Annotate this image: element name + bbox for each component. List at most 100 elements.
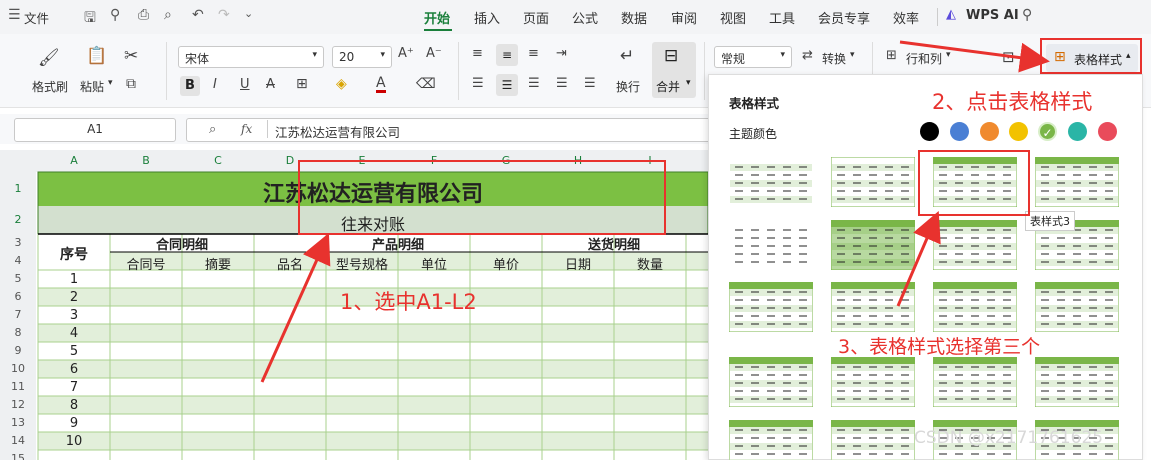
seq-cell[interactable]: 7 bbox=[38, 380, 110, 395]
hamburger-icon[interactable]: ☰ bbox=[8, 7, 21, 23]
undo-icon[interactable]: ↶ bbox=[192, 7, 204, 23]
theme-color-blue[interactable] bbox=[950, 122, 969, 141]
strikethrough-icon[interactable]: A bbox=[266, 77, 275, 92]
seq-cell[interactable]: 10 bbox=[38, 434, 110, 449]
font-name-select[interactable]: 宋体 ▾ bbox=[178, 46, 324, 68]
justify-icon[interactable]: ☰ bbox=[584, 76, 596, 91]
table-style-thumbnail[interactable] bbox=[729, 220, 813, 270]
tab-formula[interactable]: 公式 bbox=[572, 8, 598, 27]
copy-icon[interactable]: ⧉ bbox=[126, 76, 136, 92]
bold-icon[interactable]: B bbox=[180, 76, 200, 96]
row-header-14[interactable]: 14 bbox=[0, 434, 36, 447]
increase-font-icon[interactable]: A⁺ bbox=[398, 46, 414, 61]
paste-button[interactable]: 粘贴 bbox=[80, 78, 104, 95]
cut-icon[interactable]: ✂ bbox=[124, 46, 138, 66]
column-header-b[interactable]: B bbox=[110, 154, 182, 170]
save-icon[interactable]: 🖫 bbox=[84, 7, 96, 31]
formula-input[interactable]: ⌕ fx 江苏松达运营有限公司 bbox=[186, 118, 720, 142]
table-style-thumbnail[interactable] bbox=[933, 220, 1017, 270]
header-contract-no[interactable]: 合同号 bbox=[110, 254, 182, 273]
row-header-3[interactable]: 3 bbox=[0, 236, 36, 249]
row-header-8[interactable]: 8 bbox=[0, 326, 36, 339]
table-style-thumbnail[interactable] bbox=[933, 282, 1017, 332]
tab-data[interactable]: 数据 bbox=[621, 8, 647, 27]
header-unit[interactable]: 单位 bbox=[398, 254, 470, 273]
chevron-down-icon[interactable]: ⌄ bbox=[244, 7, 253, 20]
header-quantity[interactable]: 数量 bbox=[614, 254, 686, 273]
row-header-7[interactable]: 7 bbox=[0, 308, 36, 321]
fill-color-icon[interactable]: ◈ bbox=[336, 76, 347, 92]
table-style-thumbnail[interactable] bbox=[933, 357, 1017, 407]
search-icon[interactable]: ⚲ bbox=[1022, 7, 1032, 23]
seq-cell[interactable]: 4 bbox=[38, 326, 110, 341]
table-style-thumbnail[interactable] bbox=[1035, 157, 1119, 207]
fx-icon[interactable]: fx bbox=[241, 122, 252, 136]
table-style-thumbnail[interactable] bbox=[729, 357, 813, 407]
tab-member[interactable]: 会员专享 bbox=[818, 8, 870, 27]
row-header-1[interactable]: 1 bbox=[0, 182, 36, 195]
seq-cell[interactable]: 3 bbox=[38, 308, 110, 323]
clear-format-icon[interactable]: ⌫ bbox=[416, 76, 436, 92]
font-color-icon[interactable]: A bbox=[376, 76, 386, 93]
table-style-thumbnail[interactable] bbox=[831, 357, 915, 407]
header-contract-group[interactable]: 合同明细 bbox=[110, 234, 254, 253]
number-format-select[interactable]: 常规 ▾ bbox=[714, 46, 792, 68]
tab-view[interactable]: 视图 bbox=[720, 8, 746, 27]
font-size-select[interactable]: 20 ▾ bbox=[332, 46, 392, 68]
theme-color-yellow[interactable] bbox=[1009, 122, 1028, 141]
seq-cell[interactable]: 6 bbox=[38, 362, 110, 377]
theme-color-green-selected-icon[interactable]: ✓ bbox=[1038, 122, 1057, 141]
wps-ai-icon[interactable]: ◭ bbox=[946, 7, 956, 22]
tab-insert[interactable]: 插入 bbox=[474, 8, 500, 27]
header-date[interactable]: 日期 bbox=[542, 254, 614, 273]
seq-cell[interactable]: 2 bbox=[38, 290, 110, 305]
underline-icon[interactable]: U bbox=[240, 77, 250, 92]
share-icon[interactable]: ⚲ bbox=[110, 7, 120, 23]
theme-color-teal[interactable] bbox=[1068, 122, 1087, 141]
row-header-6[interactable]: 6 bbox=[0, 290, 36, 303]
row-header-11[interactable]: 11 bbox=[0, 380, 36, 393]
cell-reference-box[interactable]: A1 bbox=[14, 118, 176, 142]
header-unit-price[interactable]: 单价 bbox=[470, 254, 542, 273]
tab-page[interactable]: 页面 bbox=[523, 8, 549, 27]
header-product-name[interactable]: 品名 bbox=[254, 254, 326, 273]
theme-color-orange[interactable] bbox=[980, 122, 999, 141]
header-summary[interactable]: 摘要 bbox=[182, 254, 254, 273]
merge-button[interactable]: ⊟ 合并 ▾ bbox=[652, 42, 696, 98]
wps-ai-button[interactable]: WPS AI bbox=[966, 8, 1019, 23]
seq-cell[interactable]: 5 bbox=[38, 344, 110, 359]
theme-color-red[interactable] bbox=[1098, 122, 1117, 141]
chevron-down-icon[interactable]: ▾ bbox=[946, 50, 951, 60]
table-style-thumbnail[interactable] bbox=[729, 157, 813, 207]
decrease-font-icon[interactable]: A⁻ bbox=[426, 46, 442, 61]
tab-review[interactable]: 审阅 bbox=[671, 8, 697, 27]
header-seq[interactable]: 序号 bbox=[38, 244, 110, 264]
align-middle-icon[interactable]: ≡ bbox=[496, 44, 518, 66]
row-header-4[interactable]: 4 bbox=[0, 254, 36, 267]
table-style-thumbnail[interactable] bbox=[831, 282, 915, 332]
table-style-thumbnail[interactable] bbox=[729, 282, 813, 332]
table-style-thumbnail[interactable] bbox=[729, 420, 813, 460]
row-col-button[interactable]: 行和列 bbox=[906, 50, 942, 67]
chevron-down-icon[interactable]: ▾ bbox=[850, 50, 855, 60]
row-header-12[interactable]: 12 bbox=[0, 398, 36, 411]
row-header-2[interactable]: 2 bbox=[0, 213, 36, 226]
seq-cell[interactable]: 8 bbox=[38, 398, 110, 413]
table-style-thumbnail[interactable] bbox=[1035, 357, 1119, 407]
header-delivery-group[interactable]: 送货明细 bbox=[542, 234, 686, 253]
row-header-15[interactable]: 15 bbox=[0, 452, 36, 460]
table-style-thumbnail[interactable] bbox=[831, 220, 915, 270]
redo-icon[interactable]: ↷ bbox=[218, 7, 230, 23]
table-style-thumbnail[interactable] bbox=[1035, 282, 1119, 332]
header-product-group[interactable]: 产品明细 bbox=[254, 234, 542, 253]
tab-home[interactable]: 开始 bbox=[424, 8, 450, 27]
column-header-a[interactable]: A bbox=[38, 154, 110, 170]
wrap-button[interactable]: 换行 bbox=[616, 78, 640, 95]
table-style-thumbnail[interactable] bbox=[831, 157, 915, 207]
tab-tools[interactable]: 工具 bbox=[769, 8, 795, 27]
convert-button[interactable]: 转换 bbox=[822, 50, 846, 67]
seq-cell[interactable]: 1 bbox=[38, 272, 110, 287]
format-painter-button[interactable]: 格式刷 bbox=[32, 78, 68, 95]
align-bottom-icon[interactable]: ≡ bbox=[528, 46, 539, 61]
row-header-10[interactable]: 10 bbox=[0, 362, 36, 375]
